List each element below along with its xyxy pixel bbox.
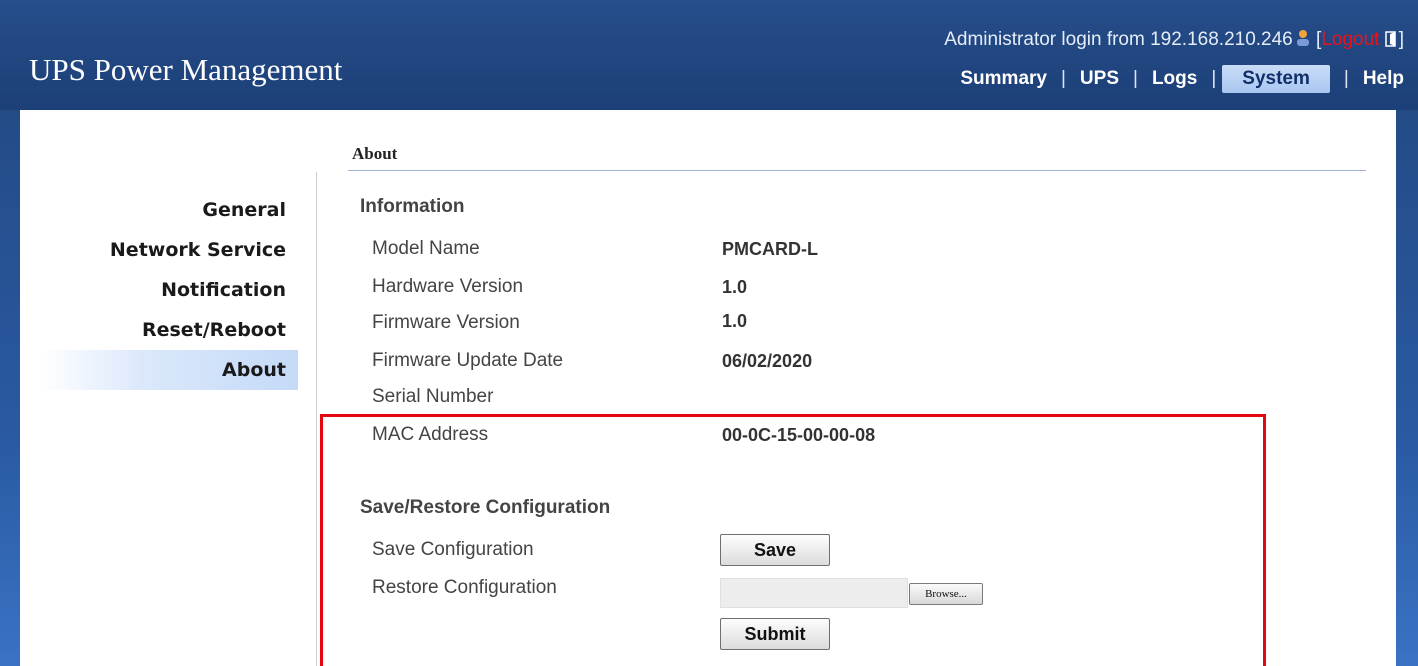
information-heading: Information bbox=[360, 196, 465, 217]
serial-number-label: Serial Number bbox=[372, 386, 494, 407]
sidebar-item-about[interactable]: About bbox=[40, 350, 298, 390]
nav-summary[interactable]: Summary bbox=[960, 66, 1047, 92]
browse-button[interactable]: Browse... bbox=[909, 583, 983, 605]
nav-help[interactable]: Help bbox=[1363, 66, 1404, 92]
top-nav: Summary | UPS | Logs | System | Help bbox=[960, 64, 1404, 94]
firmware-update-date-label: Firmware Update Date bbox=[372, 350, 564, 371]
title-divider bbox=[348, 170, 1366, 171]
save-button[interactable]: Save bbox=[720, 534, 830, 566]
app-title: UPS Power Management bbox=[29, 52, 343, 87]
config-heading: Save/Restore Configuration bbox=[360, 497, 611, 518]
sidebar-item-notification[interactable]: Notification bbox=[40, 270, 298, 310]
submit-button[interactable]: Submit bbox=[720, 618, 830, 650]
nav-separator: | bbox=[1060, 68, 1066, 89]
nav-separator: | bbox=[1133, 68, 1138, 89]
nav-ups[interactable]: UPS bbox=[1080, 66, 1119, 92]
frame-right bbox=[1396, 110, 1418, 666]
save-config-label: Save Configuration bbox=[372, 539, 534, 560]
firmware-update-date-value: 06/02/2020 bbox=[722, 351, 813, 371]
model-name-label: Model Name bbox=[372, 238, 480, 259]
nav-separator: | bbox=[1343, 68, 1349, 89]
sidebar-item-network-service[interactable]: Network Service bbox=[40, 230, 298, 270]
hardware-version-label: Hardware Version bbox=[372, 276, 524, 297]
nav-system[interactable]: System bbox=[1222, 65, 1330, 93]
bracket-close: ] bbox=[1398, 29, 1404, 50]
restore-file-input[interactable] bbox=[720, 578, 908, 608]
header-bar: UPS Power Management Administrator login… bbox=[0, 0, 1418, 110]
sidebar-divider bbox=[316, 172, 317, 666]
firmware-version-value: 1.0 bbox=[722, 311, 748, 331]
hardware-version-value: 1.0 bbox=[722, 277, 748, 297]
model-name-value: PMCARD-L bbox=[722, 239, 818, 259]
login-text: Administrator login from 192.168.210.246 bbox=[944, 29, 1293, 50]
sidebar: General Network Service Notification Res… bbox=[40, 190, 298, 390]
nav-separator: | bbox=[1211, 68, 1217, 89]
login-status: Administrator login from 192.168.210.246… bbox=[944, 29, 1404, 51]
nav-logs[interactable]: Logs bbox=[1152, 66, 1197, 92]
frame-left bbox=[0, 110, 20, 666]
logout-link[interactable]: Logout bbox=[1321, 29, 1379, 50]
sidebar-item-general[interactable]: General bbox=[40, 190, 298, 230]
exit-icon[interactable] bbox=[1384, 31, 1399, 47]
firmware-version-label: Firmware Version bbox=[372, 312, 520, 333]
page-title: About bbox=[352, 144, 398, 163]
user-icon bbox=[1295, 29, 1311, 47]
restore-config-label: Restore Configuration bbox=[372, 577, 557, 598]
sidebar-item-reset-reboot[interactable]: Reset/Reboot bbox=[40, 310, 298, 350]
